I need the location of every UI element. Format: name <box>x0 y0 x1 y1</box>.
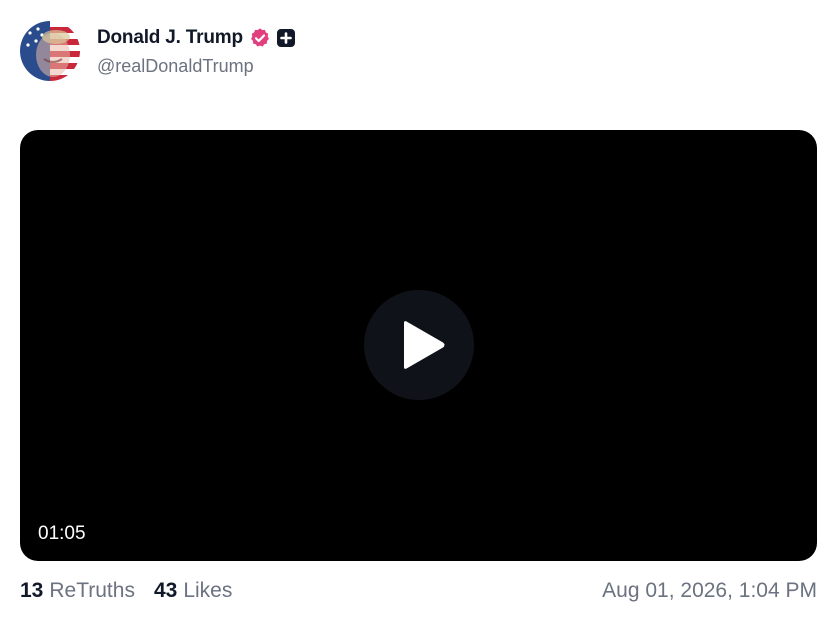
author-identity: Donald J. Trump @realDonaldTrump <box>97 25 296 77</box>
truth-post: Donald J. Trump @realDonaldTrump 01:05 1… <box>0 0 840 633</box>
plus-square-icon <box>276 28 296 48</box>
video-duration: 01:05 <box>38 523 86 544</box>
post-header: Donald J. Trump @realDonaldTrump <box>20 20 296 82</box>
retruths-count: 13 <box>20 579 44 602</box>
retruths-label: ReTruths <box>49 579 135 602</box>
verified-badge-icon <box>249 27 271 49</box>
play-button[interactable] <box>364 290 474 400</box>
video-player[interactable]: 01:05 <box>20 130 817 561</box>
author-handle[interactable]: @realDonaldTrump <box>97 56 296 77</box>
post-footer: 13 ReTruths 43 Likes Aug 01, 2026, 1:04 … <box>20 576 817 606</box>
display-name[interactable]: Donald J. Trump <box>97 27 243 49</box>
retruths-stat[interactable]: 13 ReTruths <box>20 579 135 603</box>
avatar-image <box>20 21 80 81</box>
play-icon <box>404 321 445 369</box>
post-timestamp[interactable]: Aug 01, 2026, 1:04 PM <box>602 579 817 603</box>
name-row: Donald J. Trump <box>97 25 296 51</box>
avatar[interactable] <box>20 21 80 81</box>
likes-count: 43 <box>153 579 178 602</box>
likes-label: Likes <box>183 579 233 602</box>
likes-stat[interactable]: 43 Likes <box>154 579 232 603</box>
